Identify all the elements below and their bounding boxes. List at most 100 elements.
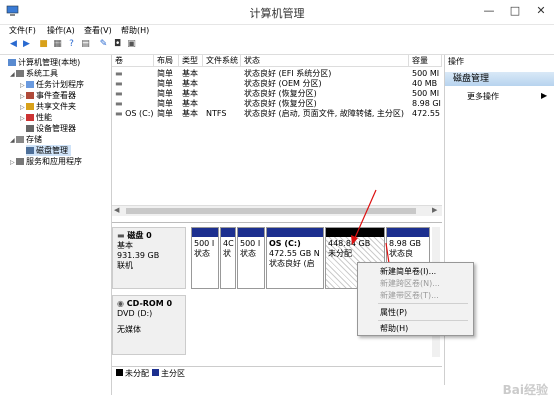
filesystem-cell: [203, 99, 241, 109]
type-cell: 基本: [182, 99, 198, 108]
forward-icon[interactable]: ▶: [21, 39, 32, 50]
menu-separator: [378, 320, 468, 321]
menu-file[interactable]: 文件(F): [9, 25, 36, 36]
type-cell: 基本: [182, 109, 198, 118]
disk-icon: ▬: [117, 231, 125, 240]
drive-icon: ▬: [115, 99, 123, 108]
volume-name: OS (C:): [125, 109, 154, 118]
folder-icon[interactable]: ■: [38, 39, 49, 50]
tree-item-system-tools[interactable]: ◢ 系统工具: [10, 68, 58, 79]
capacity-cell: 40 MB: [412, 79, 438, 88]
scroll-left-icon[interactable]: ◀: [114, 206, 119, 214]
context-menu: 新建简单卷(I)... 新建跨区卷(N)... 新建带区卷(T)... 属性(P…: [357, 262, 474, 336]
capacity-cell: 500 MI: [412, 69, 440, 78]
chevron-right-icon[interactable]: ▶: [541, 91, 547, 100]
column-header-type[interactable]: 类型: [179, 55, 203, 67]
cdrom-0-label[interactable]: ◉ CD-ROM 0 DVD (D:) 无媒体: [112, 295, 186, 355]
tree-item-services[interactable]: ▷ 服务和应用程序: [10, 156, 82, 167]
partition-status: 状: [223, 249, 231, 258]
more-actions-link[interactable]: 更多操作: [467, 91, 499, 102]
column-header-capacity[interactable]: 容量: [409, 55, 442, 67]
drive-icon: ▬: [115, 69, 123, 78]
filesystem-cell: NTFS: [206, 109, 227, 118]
menu-action[interactable]: 操作(A): [47, 25, 75, 36]
tree-item-disk-management[interactable]: 磁盘管理: [26, 145, 71, 156]
window-title: 计算机管理: [249, 7, 305, 20]
volume-cell: ▬ OS (C:): [112, 109, 154, 119]
capacity-cell: 8.98 GI: [412, 99, 441, 108]
menu-item-new-spanned-volume[interactable]: 新建跨区卷(N)...: [380, 278, 440, 289]
column-header-filesystem[interactable]: 文件系统: [203, 55, 241, 67]
tree-item-device-manager[interactable]: 设备管理器: [26, 123, 76, 134]
back-icon[interactable]: ◀: [8, 39, 19, 50]
layout-cell: 简单: [157, 69, 173, 78]
filesystem-cell: [203, 79, 241, 89]
cdrom-status: 无媒体: [117, 325, 141, 334]
close-button[interactable]: ✕: [528, 0, 554, 22]
drive-icon: ▬: [115, 109, 123, 118]
capacity-cell: 472.55: [412, 109, 440, 118]
partition-size: 500 I: [194, 239, 215, 248]
tools-icon: [16, 70, 24, 77]
watermark: Bai经验: [502, 383, 548, 397]
delete-icon[interactable]: ▣: [126, 39, 137, 50]
drive-icon: ▬: [115, 89, 123, 98]
menu-item-help[interactable]: 帮助(H): [380, 323, 408, 334]
tree-item-storage[interactable]: ◢ 存储: [10, 134, 42, 145]
capacity-cell: 500 MI: [412, 89, 440, 98]
volume-cell: ▬: [112, 89, 154, 99]
legend: 未分配 主分区: [112, 366, 442, 379]
type-cell: 基本: [182, 69, 198, 78]
menu-item-new-striped-volume[interactable]: 新建带区卷(T)...: [380, 290, 439, 301]
minimize-button[interactable]: —: [476, 0, 502, 22]
unallocated-swatch: [116, 369, 123, 376]
cdrom-icon: ◉: [117, 299, 124, 308]
partition-os-c[interactable]: OS (C:) 472.55 GB N 状态良好 (启: [266, 227, 324, 289]
status-cell: 状态良好 (OEM 分区): [244, 79, 322, 88]
tree-item-shared-folders[interactable]: ▷ 共享文件夹: [20, 101, 76, 112]
actions-section-disk-management[interactable]: 磁盘管理: [445, 72, 554, 86]
partition-status: 状态良好 (启: [269, 259, 315, 268]
properties-icon[interactable]: ▦: [52, 39, 63, 50]
column-header-status[interactable]: 状态: [241, 55, 409, 67]
tree-item-performance[interactable]: ▷ 性能: [20, 112, 52, 123]
tree-label-disk-management: 磁盘管理: [36, 146, 68, 155]
tree-item-task-scheduler[interactable]: ▷ 任务计划程序: [20, 79, 84, 90]
type-cell: 基本: [182, 79, 198, 88]
tree-item-root[interactable]: 计算机管理(本地): [8, 57, 80, 68]
tree-label-task-scheduler: 任务计划程序: [36, 80, 84, 89]
partition-recovery[interactable]: 500 I 状态: [237, 227, 265, 289]
menu-item-properties[interactable]: 属性(P): [380, 307, 407, 318]
help-icon[interactable]: ?: [66, 39, 77, 50]
volume-cell: ▬: [112, 69, 154, 79]
status-cell: 状态良好 (恢复分区): [244, 99, 317, 108]
partition-status: 状态: [194, 249, 210, 258]
maximize-button[interactable]: □: [502, 0, 528, 22]
partition-size: 4C: [223, 239, 234, 248]
filesystem-cell: [203, 69, 241, 79]
settings-icon[interactable]: ✎: [98, 39, 109, 50]
disk-size: 931.39 GB: [117, 251, 160, 260]
menu-help[interactable]: 帮助(H): [121, 25, 149, 36]
disk-status: 联机: [117, 261, 133, 270]
tree-item-event-viewer[interactable]: ▷ 事件查看器: [20, 90, 76, 101]
column-header-layout[interactable]: 布局: [154, 55, 179, 67]
partition-efi[interactable]: 500 I 状态: [191, 227, 219, 289]
column-header-volume[interactable]: 卷: [112, 55, 154, 67]
scroll-right-icon[interactable]: ▶: [432, 206, 437, 214]
partition-size: 472.55 GB N: [269, 249, 320, 258]
legend-unallocated: 未分配: [125, 369, 149, 378]
menu-view[interactable]: 查看(V): [84, 25, 112, 36]
partition-oem[interactable]: 4C 状: [220, 227, 236, 289]
disk-icon[interactable]: ◘: [112, 39, 123, 50]
device-manager-icon: [26, 125, 34, 132]
view-icon[interactable]: ▤: [80, 39, 91, 50]
tree-label-shared-folders: 共享文件夹: [36, 102, 76, 111]
primary-swatch: [152, 369, 159, 376]
disk-name: ▬ 磁盘 0: [117, 231, 152, 240]
status-cell: 状态良好 (启动, 页面文件, 故障转储, 主分区): [244, 109, 405, 118]
tree-label-performance: 性能: [36, 113, 52, 122]
disk-0-label[interactable]: ▬ 磁盘 0 基本 931.39 GB 联机: [112, 227, 186, 289]
menu-item-new-simple-volume[interactable]: 新建简单卷(I)...: [380, 266, 436, 277]
toolbar: ◀ ▶ ■ ▦ ? ▤ ✎ ◘ ▣: [0, 37, 554, 55]
